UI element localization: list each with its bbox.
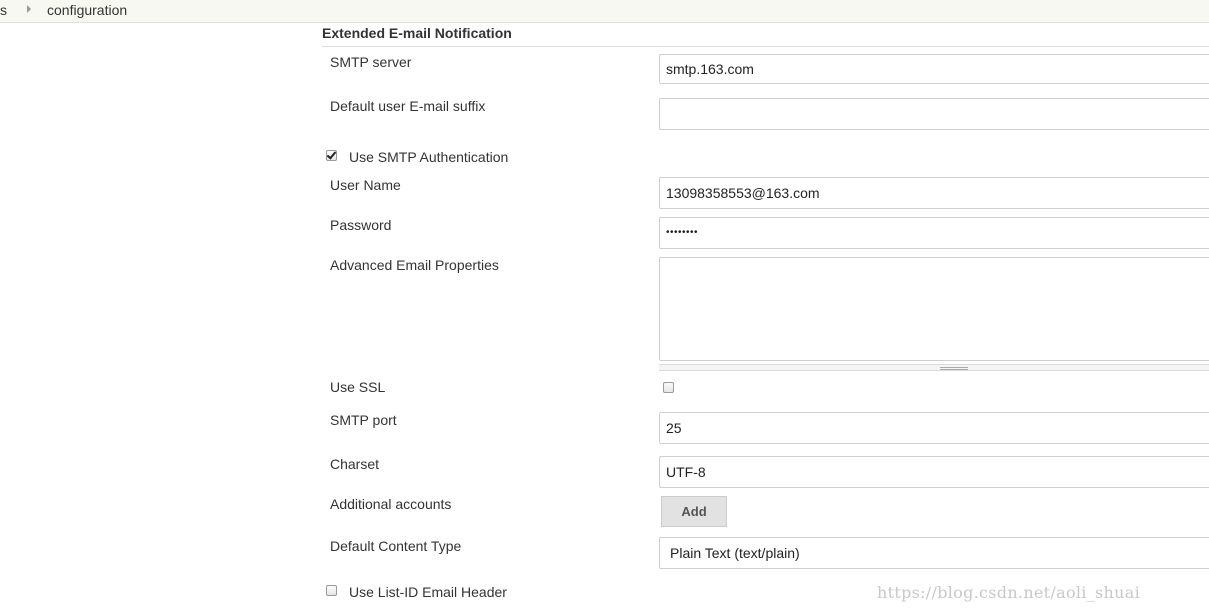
use-smtp-auth-label: Use SMTP Authentication bbox=[349, 149, 509, 165]
content-type-label: Default Content Type bbox=[330, 538, 462, 554]
breadcrumb: s configuration bbox=[0, 0, 1209, 23]
email-suffix-label: Default user E-mail suffix bbox=[330, 98, 486, 114]
smtp-server-label: SMTP server bbox=[330, 54, 412, 70]
watermark: https://blog.csdn.net/aoli_shuai bbox=[877, 583, 1140, 602]
advanced-properties-textarea[interactable] bbox=[659, 257, 1209, 361]
username-input[interactable]: 13098358553@163.com bbox=[659, 177, 1209, 209]
charset-input[interactable]: UTF-8 bbox=[659, 456, 1209, 488]
section-title: Extended E-mail Notification bbox=[322, 25, 1209, 47]
smtp-port-input[interactable]: 25 bbox=[659, 412, 1209, 444]
breadcrumb-item-configuration[interactable]: configuration bbox=[47, 2, 127, 18]
add-account-button[interactable]: Add bbox=[661, 496, 727, 527]
charset-label: Charset bbox=[330, 456, 380, 472]
textarea-resize-handle[interactable] bbox=[659, 364, 1209, 371]
content-type-select[interactable]: Plain Text (text/plain) bbox=[659, 537, 1209, 569]
use-ssl-checkbox[interactable] bbox=[663, 382, 674, 393]
use-list-id-checkbox[interactable] bbox=[326, 585, 337, 596]
additional-accounts-label: Additional accounts bbox=[330, 496, 452, 512]
smtp-port-label: SMTP port bbox=[330, 412, 397, 428]
email-suffix-input[interactable] bbox=[659, 98, 1209, 130]
password-input[interactable]: •••••••• bbox=[659, 217, 1209, 249]
advanced-properties-label: Advanced Email Properties bbox=[330, 257, 499, 273]
password-label: Password bbox=[330, 217, 392, 233]
use-list-id-label: Use List-ID Email Header bbox=[349, 584, 507, 600]
smtp-server-input[interactable]: smtp.163.com bbox=[659, 54, 1209, 84]
username-label: User Name bbox=[330, 177, 401, 193]
use-ssl-label: Use SSL bbox=[330, 379, 386, 395]
breadcrumb-item-previous[interactable]: s bbox=[0, 2, 7, 18]
resize-grip-icon bbox=[940, 367, 968, 368]
breadcrumb-separator-icon bbox=[27, 5, 31, 13]
use-smtp-auth-checkbox[interactable] bbox=[326, 150, 337, 161]
